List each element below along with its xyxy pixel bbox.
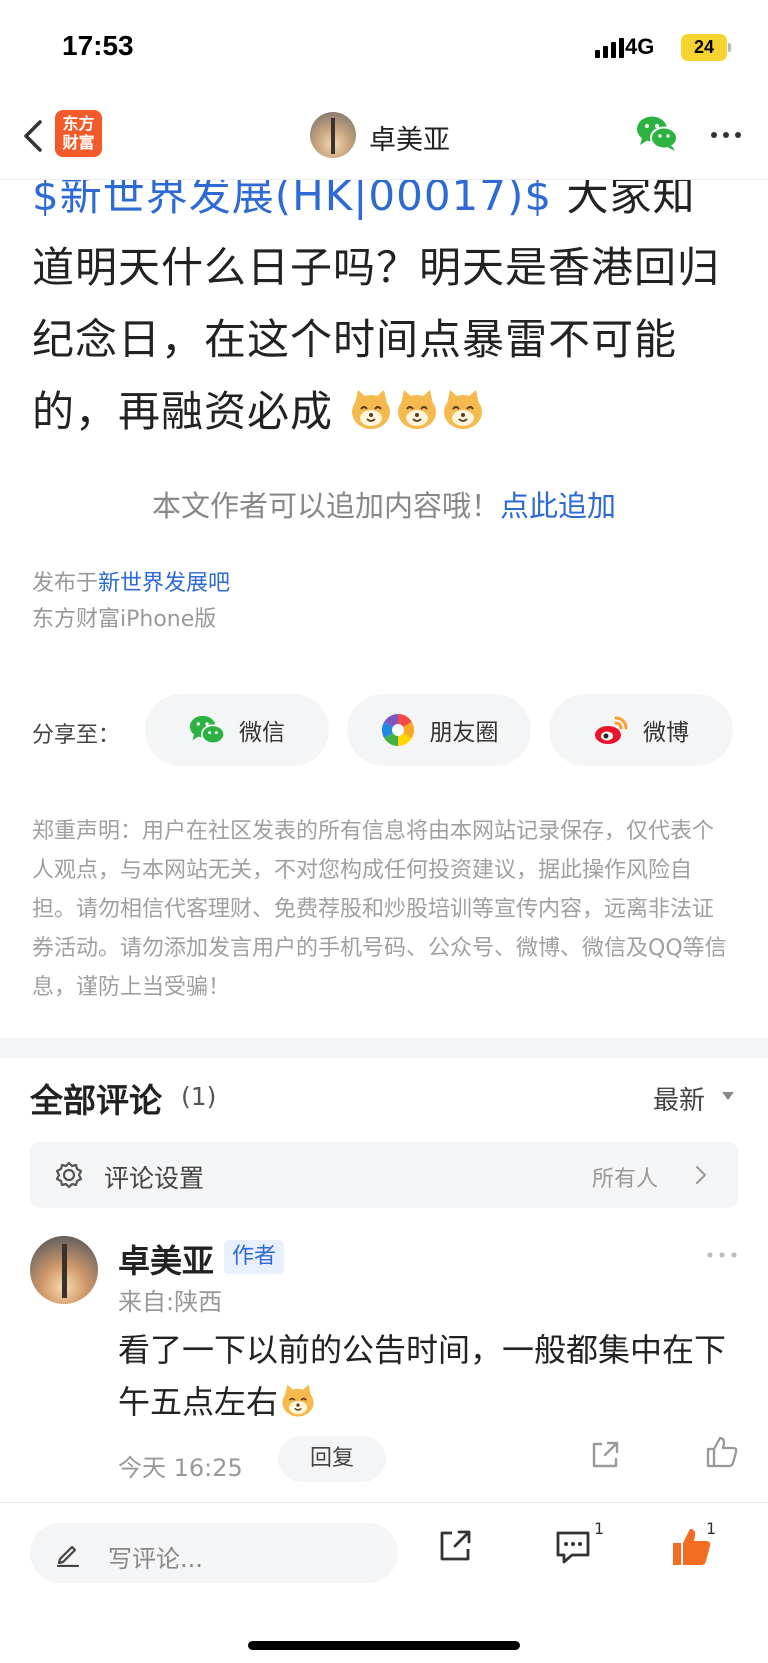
reply-button[interactable]: 回复 bbox=[278, 1436, 386, 1482]
forum-link[interactable]: 新世界发展吧 bbox=[98, 571, 230, 596]
settings-label: 评论设置 bbox=[104, 1164, 205, 1193]
chevron-right-icon bbox=[696, 1166, 706, 1184]
comment-settings-row[interactable]: 评论设置 所有人 bbox=[30, 1142, 738, 1208]
wechat-icon bbox=[189, 715, 225, 745]
share-moments-button[interactable]: 朋友圈 bbox=[347, 694, 531, 766]
wechat-icon[interactable] bbox=[636, 114, 678, 152]
sort-dropdown[interactable]: 最新 bbox=[653, 1080, 705, 1117]
sort-caret-icon[interactable] bbox=[722, 1092, 734, 1100]
more-icon[interactable] bbox=[706, 1250, 738, 1260]
comment-text-body: 看了一下以前的公告时间，一般都集中在下午五点左右 bbox=[118, 1331, 727, 1421]
weibo-icon bbox=[595, 716, 628, 744]
home-indicator bbox=[248, 1641, 520, 1650]
comment-item: 卓美亚 作者 来自:陕西 看了一下以前的公告时间，一般都集中在下午五点左右 今天… bbox=[0, 1236, 768, 1486]
comment-location: 来自:陕西 bbox=[118, 1288, 223, 1316]
back-arrow-icon[interactable] bbox=[18, 116, 48, 156]
logo-line-1: 东方 bbox=[62, 114, 95, 133]
gear-icon bbox=[55, 1161, 83, 1189]
share-wechat-label: 微信 bbox=[239, 720, 285, 746]
share-wechat-button[interactable]: 微信 bbox=[145, 694, 329, 766]
nav-bar: 东方 财富 卓美亚 bbox=[0, 96, 768, 180]
author-badge: 作者 bbox=[224, 1240, 285, 1274]
cat-emoji-icon bbox=[398, 390, 437, 429]
like-count-badge: 1 bbox=[706, 1519, 717, 1538]
thumbs-up-icon[interactable] bbox=[704, 1434, 740, 1470]
status-time: 17:53 bbox=[62, 30, 134, 61]
comment-input-placeholder: 写评论... bbox=[108, 1545, 203, 1573]
app-logo[interactable]: 东方 财富 bbox=[55, 110, 102, 157]
post-body: $新世界发展(HK|00017)$ 大家知道明天什么日子吗？明天是香港回归纪念日… bbox=[32, 160, 738, 448]
share-icon[interactable] bbox=[588, 1438, 622, 1472]
append-tip-text: 本文作者可以追加内容哦！ bbox=[151, 489, 500, 523]
comment-avatar[interactable] bbox=[30, 1236, 98, 1304]
comments-count: (1) bbox=[181, 1082, 217, 1111]
disclaimer-text: 郑重声明：用户在社区发表的所有信息将由本网站记录保存，仅代表个人观点，与本网站无… bbox=[32, 819, 727, 1000]
network-label: 4G bbox=[625, 34, 655, 59]
battery-icon: 24 bbox=[681, 34, 727, 61]
cat-emoji-icon bbox=[282, 1384, 314, 1417]
nav-title[interactable]: 卓美亚 bbox=[369, 118, 450, 157]
comment-input[interactable]: 写评论... bbox=[30, 1523, 398, 1583]
comments-title: 全部评论 bbox=[30, 1081, 162, 1120]
cat-emoji-icon bbox=[444, 390, 483, 429]
more-icon[interactable] bbox=[709, 120, 743, 150]
status-bar: 17:53 4G 24 bbox=[0, 0, 768, 96]
share-moments-label: 朋友圈 bbox=[429, 720, 499, 746]
append-link[interactable]: 点此追加 bbox=[500, 489, 616, 523]
comment-author[interactable]: 卓美亚 bbox=[118, 1236, 214, 1282]
section-divider bbox=[0, 1038, 768, 1058]
comment-count-badge: 1 bbox=[594, 1519, 605, 1538]
append-tip: 本文作者可以追加内容哦！点此追加 bbox=[0, 483, 768, 525]
logo-line-2: 财富 bbox=[62, 133, 95, 152]
share-label: 分享至： bbox=[32, 723, 121, 748]
published-prefix: 发布于 bbox=[32, 571, 99, 596]
share-weibo-button[interactable]: 微博 bbox=[549, 694, 733, 766]
pencil-icon bbox=[56, 1545, 80, 1567]
moments-icon bbox=[381, 713, 414, 747]
nav-avatar[interactable] bbox=[310, 112, 356, 158]
share-icon[interactable] bbox=[436, 1527, 474, 1565]
comment-time: 今天 16:25 bbox=[118, 1454, 243, 1482]
battery-tip bbox=[728, 43, 731, 52]
share-weibo-label: 微博 bbox=[643, 720, 689, 746]
comment-text: 看了一下以前的公告时间，一般都集中在下午五点左右 bbox=[118, 1324, 738, 1428]
cat-emoji-icon bbox=[352, 390, 391, 429]
settings-value: 所有人 bbox=[592, 1167, 659, 1192]
comment-icon[interactable] bbox=[554, 1529, 592, 1565]
bottom-bar: 写评论... 1 1 bbox=[0, 1502, 768, 1663]
signal-icon bbox=[595, 36, 624, 58]
client-label: 东方财富iPhone版 bbox=[32, 607, 217, 632]
published-in: 发布于新世界发展吧 bbox=[32, 565, 230, 597]
